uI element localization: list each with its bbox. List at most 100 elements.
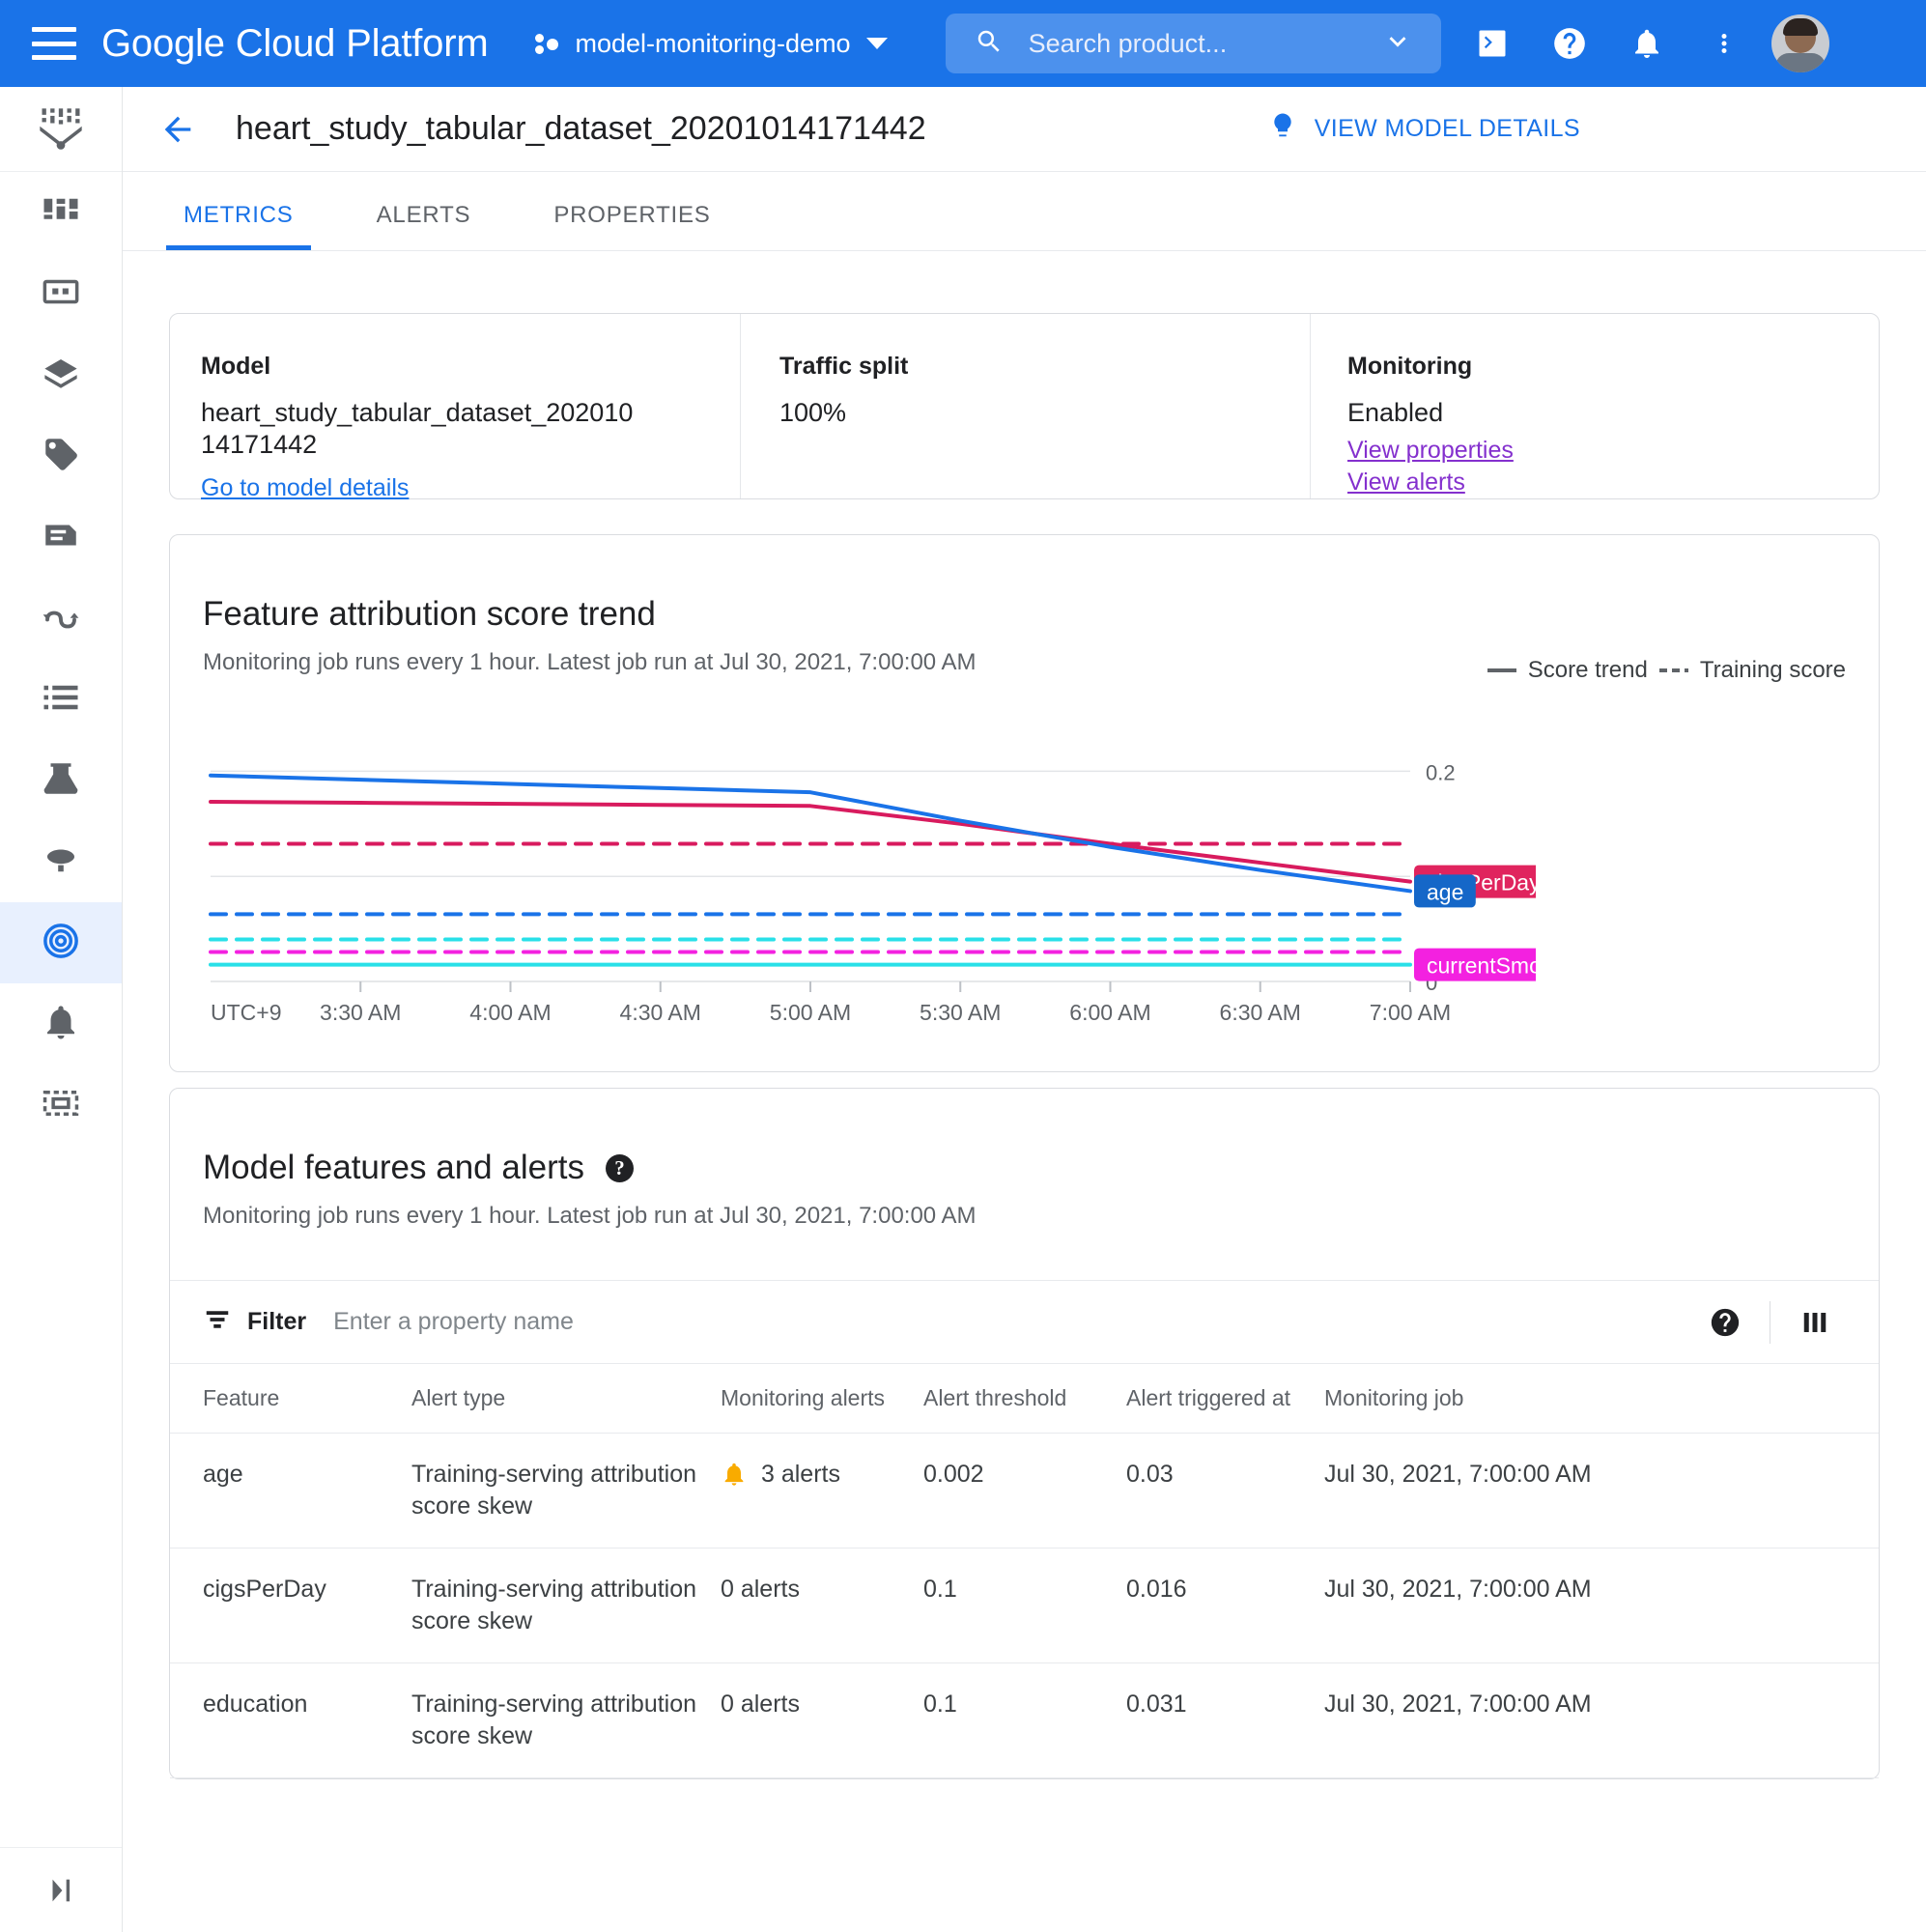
sidebar-item-pipelines[interactable] xyxy=(0,578,122,659)
metadata-icon xyxy=(41,1083,81,1128)
tab-alerts[interactable]: ALERTS xyxy=(359,202,489,250)
filter-input[interactable] xyxy=(331,1307,1694,1337)
table-header-row: Feature Alert type Monitoring alerts Ale… xyxy=(170,1364,1879,1434)
traffic-split-column: Traffic split 100% xyxy=(740,314,1310,498)
sidebar-item-features[interactable] xyxy=(0,334,122,415)
help-icon[interactable] xyxy=(1544,17,1596,70)
chart-title: Feature attribution score trend xyxy=(170,535,1879,634)
features-table: Feature Alert type Monitoring alerts Ale… xyxy=(170,1363,1879,1778)
alerts-bell-icon xyxy=(41,1002,81,1047)
cell-alert-triggered-at: 0.016 xyxy=(1126,1548,1324,1663)
sidebar-item-notebooks[interactable] xyxy=(0,497,122,578)
pipelines-icon xyxy=(41,596,81,641)
y-tick-label: 0.2 xyxy=(1426,760,1456,784)
col-alert-threshold[interactable]: Alert threshold xyxy=(923,1364,1126,1434)
notifications-bell-icon[interactable] xyxy=(1621,17,1673,70)
features-title-row: Model features and alerts ? xyxy=(170,1089,1879,1187)
sidebar-item-labeling[interactable] xyxy=(0,415,122,497)
avatar[interactable] xyxy=(1771,14,1829,72)
sidebar-item-models[interactable] xyxy=(0,821,122,902)
experiments-icon xyxy=(41,758,81,804)
cloud-shell-icon[interactable] xyxy=(1466,17,1518,70)
col-monitoring-alerts[interactable]: Monitoring alerts xyxy=(721,1364,923,1434)
tab-metrics[interactable]: METRICS xyxy=(166,202,311,250)
help-circle-icon[interactable]: ? xyxy=(606,1154,634,1182)
filter-bar: Filter xyxy=(170,1280,1879,1363)
model-summary-column: Model heart_study_tabular_dataset_202010… xyxy=(170,314,740,498)
x-tick-label: 3:30 AM xyxy=(320,1000,401,1025)
view-properties-link[interactable]: View properties xyxy=(1347,437,1879,465)
sidebar-item-datasets[interactable] xyxy=(0,253,122,334)
x-tick-label: 4:30 AM xyxy=(620,1000,701,1025)
table-row[interactable]: educationTraining-serving attribution sc… xyxy=(170,1663,1879,1778)
alert-count-label: 3 alerts xyxy=(761,1459,840,1491)
model-features-alerts-card: Model features and alerts ? Monitoring j… xyxy=(169,1088,1880,1779)
x-tick-label: UTC+9 xyxy=(211,1000,282,1025)
vertex-ai-logo-icon[interactable] xyxy=(0,87,122,172)
main-content: Model heart_study_tabular_dataset_202010… xyxy=(123,251,1926,1932)
sidebar-item-training[interactable] xyxy=(0,659,122,740)
features-subtitle: Monitoring job runs every 1 hour. Latest… xyxy=(170,1187,1879,1230)
tab-properties[interactable]: PROPERTIES xyxy=(536,202,727,250)
cell-alert-triggered-at: 0.031 xyxy=(1126,1663,1324,1778)
x-tick-label: 6:00 AM xyxy=(1069,1000,1150,1025)
filter-label: Filter xyxy=(247,1308,306,1336)
cell-alert-type: Training-serving attribution score skew xyxy=(411,1548,721,1663)
col-alert-triggered-at[interactable]: Alert triggered at xyxy=(1126,1364,1324,1434)
search-input[interactable]: Search product... xyxy=(946,14,1441,73)
table-row[interactable]: ageTraining-serving attribution score sk… xyxy=(170,1434,1879,1548)
cell-monitoring-job: Jul 30, 2021, 7:00:00 AM xyxy=(1324,1663,1879,1778)
layers-icon xyxy=(41,353,81,398)
sidebar-item-dashboard[interactable] xyxy=(0,172,122,253)
x-tick-label: 5:00 AM xyxy=(770,1000,851,1025)
project-selector[interactable]: model-monitoring-demo xyxy=(534,29,887,59)
expand-rail-icon[interactable] xyxy=(0,1847,122,1932)
top-app-bar: Google Cloud Platform model-monitoring-d… xyxy=(0,0,1926,87)
lightbulb-icon xyxy=(1268,111,1297,147)
cell-monitoring-job: Jul 30, 2021, 7:00:00 AM xyxy=(1324,1434,1879,1548)
sidebar-item-experiments[interactable] xyxy=(0,740,122,821)
cell-feature: education xyxy=(170,1663,411,1778)
x-tick-label: 6:30 AM xyxy=(1220,1000,1301,1025)
datasets-icon xyxy=(41,271,81,317)
go-to-model-details-link[interactable]: Go to model details xyxy=(201,474,409,502)
search-placeholder: Search product... xyxy=(1029,29,1381,59)
series-label-text-age: age xyxy=(1427,879,1463,904)
page-title: heart_study_tabular_dataset_202010141714… xyxy=(236,110,926,148)
traffic-split-value: 100% xyxy=(779,397,1310,429)
tab-bar: METRICS ALERTS PROPERTIES xyxy=(123,172,1926,251)
alert-bell-icon xyxy=(721,1461,748,1496)
column-settings-icon[interactable] xyxy=(1784,1292,1846,1353)
view-model-details-button[interactable]: VIEW MODEL DETAILS xyxy=(1268,111,1580,147)
x-tick-label: 7:00 AM xyxy=(1370,1000,1451,1025)
project-icon xyxy=(534,30,561,57)
gcp-brand-logo[interactable]: Google Cloud Platform xyxy=(101,22,488,66)
feature-attribution-chart-card: Feature attribution score trend Monitori… xyxy=(169,534,1880,1072)
view-model-details-label: VIEW MODEL DETAILS xyxy=(1315,115,1580,143)
filter-icon[interactable] xyxy=(203,1305,232,1339)
cell-alert-triggered-at: 0.03 xyxy=(1126,1434,1324,1548)
sidebar-item-metadata[interactable] xyxy=(0,1065,122,1146)
model-label: Model xyxy=(201,353,740,381)
table-help-icon[interactable] xyxy=(1694,1292,1756,1353)
traffic-split-label: Traffic split xyxy=(779,353,1310,381)
sidebar-item-alerts[interactable] xyxy=(0,983,122,1065)
monitoring-column: Monitoring Enabled View properties View … xyxy=(1310,314,1879,498)
more-vert-icon[interactable] xyxy=(1698,17,1750,70)
sidebar-item-endpoints[interactable] xyxy=(0,902,122,983)
series-cigsPerDay-score-trend xyxy=(211,802,1410,882)
legend-solid-swatch xyxy=(1487,668,1516,672)
view-alerts-link[interactable]: View alerts xyxy=(1347,469,1879,497)
table-row[interactable]: cigsPerDayTraining-serving attribution s… xyxy=(170,1548,1879,1663)
chevron-down-icon xyxy=(866,38,888,49)
col-alert-type[interactable]: Alert type xyxy=(411,1364,721,1434)
features-title: Model features and alerts xyxy=(203,1149,584,1187)
hamburger-icon[interactable] xyxy=(32,27,76,60)
cell-feature: age xyxy=(170,1434,411,1548)
col-feature[interactable]: Feature xyxy=(170,1364,411,1434)
left-nav-rail xyxy=(0,87,123,1932)
back-arrow-icon[interactable] xyxy=(156,108,199,151)
search-expand-chevron-down-icon[interactable] xyxy=(1381,25,1414,63)
col-monitoring-job[interactable]: Monitoring job xyxy=(1324,1364,1879,1434)
attribution-line-chart[interactable]: 00.10.2cigsPerDayagecurrentSmokerUTC+93:… xyxy=(203,709,1536,1028)
